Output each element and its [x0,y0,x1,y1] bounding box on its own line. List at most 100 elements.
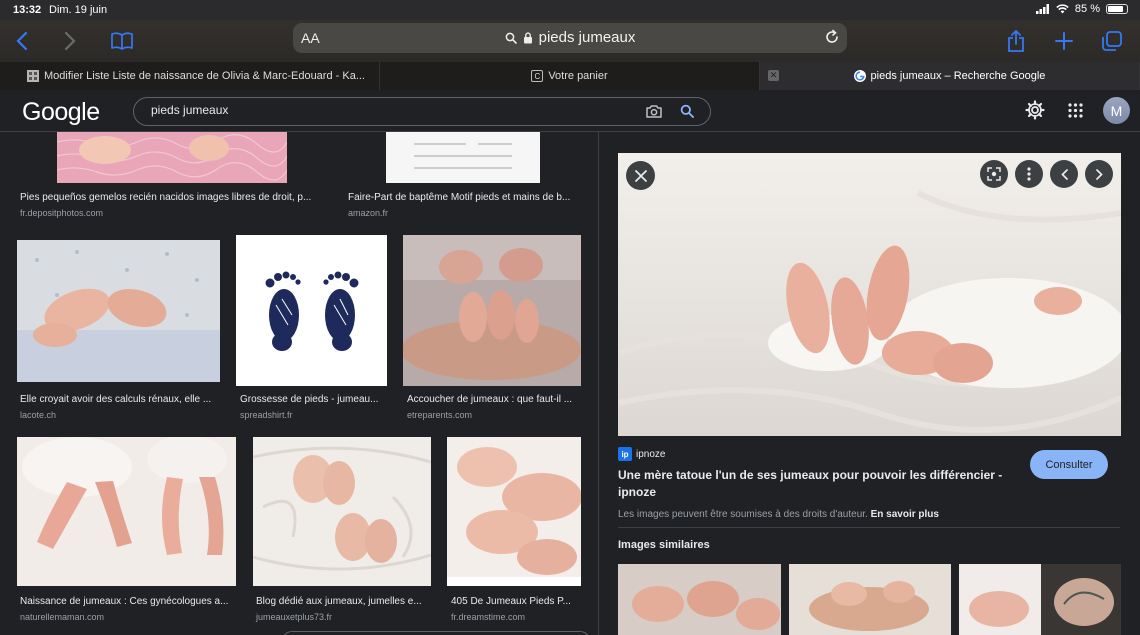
similar-image[interactable] [789,564,951,635]
camera-search-button[interactable] [646,104,662,123]
book-icon [111,32,133,50]
result-source[interactable]: naturellemaman.com [20,612,104,622]
search-icon [680,104,694,118]
status-time: 13:32 [13,4,42,16]
battery-percent: 85 % [1074,3,1100,15]
image-results-grid: Pies pequeños gemelos recién nacidos ima… [0,132,598,635]
result-thumbnail[interactable] [17,240,220,382]
tab-label: pieds jumeaux – Recherche Google [870,70,1046,82]
close-tab-button[interactable]: ✕ [768,70,779,81]
twins-feet-in-hands-image [403,235,581,386]
lens-search-button[interactable] [980,160,1008,188]
share-icon [1008,30,1024,52]
reload-button[interactable] [824,29,840,50]
result-source[interactable]: fr.depositphotos.com [20,208,103,218]
visit-button[interactable]: Consulter [1030,450,1108,479]
result-caption[interactable]: Naissance de jumeaux : Ces gynécologues … [20,596,235,607]
baptism-card-image [414,143,512,169]
tab-overview-button[interactable] [1098,27,1126,55]
result-thumbnail[interactable] [17,437,236,586]
battery-icon [1106,4,1128,14]
result-caption[interactable]: Faire-Part de baptême Motif pieds et mai… [348,192,578,203]
chevron-right-icon [1095,168,1103,180]
search-input[interactable] [151,103,611,117]
browser-toolbar: AA pieds jumeaux [0,20,1140,62]
result-thumbnail[interactable] [447,437,581,586]
similar-image[interactable] [618,564,781,635]
status-date: Dim. 19 juin [49,4,108,16]
status-right: 85 % [1035,3,1128,15]
tab-label: Votre panier [548,70,608,82]
result-caption[interactable]: Pies pequeños gemelos recién nacidos ima… [20,192,320,203]
address-bar[interactable]: AA pieds jumeaux [293,23,847,53]
result-thumbnail[interactable] [236,235,387,386]
lock-icon [523,31,532,43]
result-thumbnail[interactable] [57,132,287,183]
baby-on-pink-blanket-image [57,132,287,183]
baby-feet-closeup-image [447,437,581,586]
result-caption[interactable]: Elle croyait avoir des calculs rénaux, e… [20,394,218,405]
wifi-icon [1056,4,1069,14]
more-results-button[interactable] [282,631,590,635]
forward-button[interactable] [56,27,84,55]
back-button[interactable] [8,27,36,55]
close-preview-button[interactable] [626,161,655,190]
reload-icon [826,29,838,43]
result-source[interactable]: etreparents.com [407,410,472,420]
twins-feet-on-bed-image [618,153,1121,436]
site-name: ipnoze [636,448,666,460]
google-header: Google M [0,90,1140,132]
more-vertical-icon [1027,167,1031,181]
result-source[interactable]: fr.dreamstime.com [451,612,525,622]
image-preview-panel: ip ipnoze Une mère tatoue l'un de ses ju… [598,132,1140,635]
battery-fill [1108,6,1124,12]
result-source[interactable]: jumeauxetplus73.fr [256,612,332,622]
share-button[interactable] [1002,27,1030,55]
cart-favicon-icon: C [531,70,544,82]
google-favicon-icon [853,70,866,82]
chevron-left-icon [16,32,28,50]
similar-images-heading: Images similaires [618,539,710,551]
result-source[interactable]: spreadshirt.fr [240,410,293,420]
lens-icon [987,167,1001,181]
apps-button[interactable] [1068,103,1083,123]
tab-cart[interactable]: C Votre panier [380,62,760,90]
result-thumbnail[interactable] [403,235,581,386]
registry-favicon-icon [27,70,39,82]
learn-more-link[interactable]: En savoir plus [871,509,939,520]
copyright-text: Les images peuvent être soumises à des d… [618,509,868,520]
chevron-left-icon [1060,168,1068,180]
new-tab-button[interactable] [1050,27,1078,55]
result-source[interactable]: amazon.fr [348,208,388,218]
source-site[interactable]: ip ipnoze [618,447,665,461]
account-avatar[interactable]: M [1103,97,1130,124]
result-thumbnail[interactable] [253,437,431,586]
copyright-notice: Les images peuvent être soumises à des d… [618,509,939,520]
previous-image-button[interactable] [1050,160,1078,188]
result-caption[interactable]: Accoucher de jumeaux : que faut-il ... [407,394,577,405]
google-logo[interactable]: Google [22,98,100,127]
tab-registry[interactable]: Modifier Liste Liste de naissance de Oli… [0,62,380,90]
more-options-button[interactable] [1015,160,1043,188]
site-logo: ip [618,447,632,461]
next-image-button[interactable] [1085,160,1113,188]
result-caption[interactable]: 405 De Jumeaux Pieds P... [451,596,579,607]
result-caption[interactable]: Blog dédié aux jumeaux, jumelles e... [256,596,428,607]
search-submit-button[interactable] [680,104,694,123]
gear-icon [1025,100,1045,120]
result-caption[interactable]: Grossesse de pieds - jumeau... [240,394,385,405]
settings-button[interactable] [1025,100,1045,125]
result-source[interactable]: lacote.ch [20,410,56,420]
preview-title[interactable]: Une mère tatoue l'un de ses jumeaux pour… [618,467,1008,501]
feet-in-towel-image [253,437,431,586]
address-center: pieds jumeaux [293,29,847,46]
preview-image[interactable] [618,153,1121,436]
apps-grid-icon [1068,103,1083,118]
similar-feet-image [618,564,781,635]
similar-image[interactable] [959,564,1121,635]
search-box[interactable] [133,97,711,126]
tab-google-search[interactable]: ✕ pieds jumeaux – Recherche Google [760,62,1140,90]
close-icon [634,169,647,182]
result-thumbnail[interactable] [386,132,540,183]
bookmarks-button[interactable] [108,27,136,55]
